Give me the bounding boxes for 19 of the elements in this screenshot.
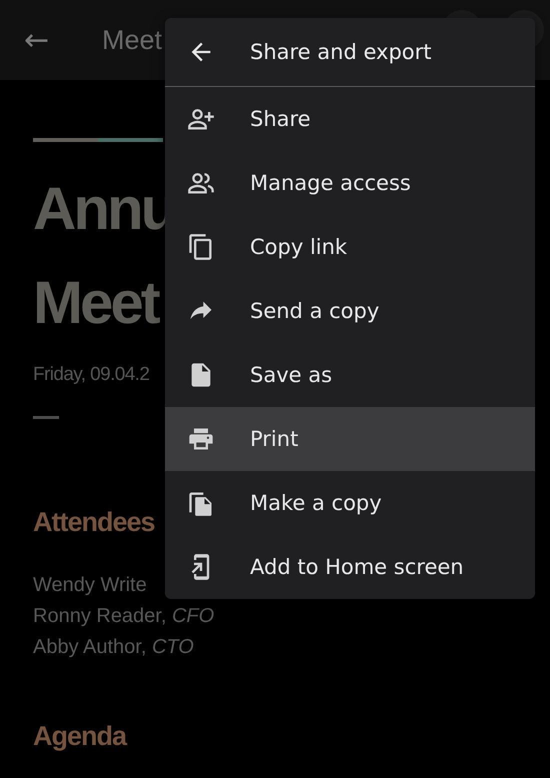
date-text: Friday, 09.04.2 <box>33 364 150 386</box>
menu-item[interactable]: Add to Home screen <box>165 535 535 599</box>
document-title: Meet <box>102 24 162 56</box>
attendee-text: Abby Author, CTO <box>33 635 194 660</box>
back-arrow[interactable]: ← <box>24 22 102 58</box>
heading-title: Meet <box>33 268 158 338</box>
menu-item[interactable]: Manage access <box>165 151 535 215</box>
attendee-text: Ronny Reader, CFO <box>33 604 214 629</box>
menu-item[interactable]: Copy link <box>165 215 535 279</box>
attendee-text: Wendy Write <box>33 573 147 598</box>
menu-item[interactable]: Make a copy <box>165 471 535 535</box>
menu-item[interactable]: Print <box>165 407 535 471</box>
menu-item[interactable]: Send a copy <box>165 279 535 343</box>
dash-line <box>33 416 59 419</box>
section-heading: Agenda <box>33 721 126 752</box>
menu-item[interactable]: Save as <box>165 343 535 407</box>
section-heading: Attendees <box>33 507 155 538</box>
menu-title: Share and export <box>250 40 432 64</box>
menu-item[interactable]: Share <box>165 87 535 151</box>
